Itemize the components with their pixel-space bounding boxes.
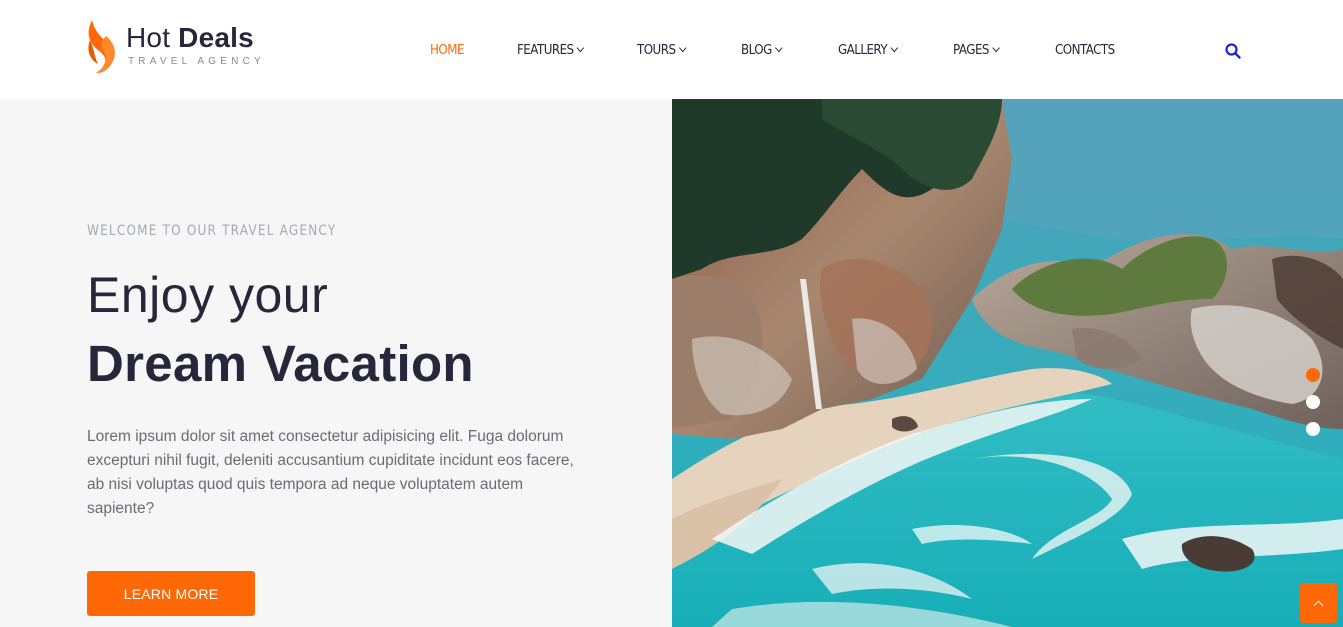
- nav-item-pages[interactable]: PAGES: [953, 42, 1000, 58]
- nav-item-label: BLOG: [741, 42, 772, 58]
- chevron-down-icon: [576, 43, 585, 53]
- nav-item-label: TOURS: [637, 42, 676, 58]
- nav-item-tours[interactable]: TOURS: [637, 42, 687, 58]
- chevron-down-icon: [992, 43, 1000, 53]
- coastal-landscape-image: [672, 99, 1343, 627]
- chevron-down-icon: [890, 43, 898, 53]
- slider-pagination: [1306, 368, 1322, 449]
- slider-dot-3[interactable]: [1306, 422, 1320, 436]
- chevron-down-icon: [775, 43, 783, 53]
- nav-item-features[interactable]: FEATURES: [517, 42, 585, 58]
- hero-description: Lorem ipsum dolor sit amet consectetur a…: [87, 428, 574, 517]
- site-header: Hot Deals TRAVEL AGENCY HOME FEATURES TO…: [0, 0, 1343, 99]
- nav-item-label: GALLERY: [838, 42, 888, 58]
- hero-headline-line2: Dream Vacation: [87, 335, 474, 392]
- nav-item-label: HOME: [430, 42, 464, 58]
- chevron-down-icon: [678, 43, 687, 53]
- hero-text-panel: WELCOME TO OUR TRAVEL AGENCY Enjoy your …: [0, 99, 672, 627]
- nav-item-blog[interactable]: BLOG: [741, 42, 783, 58]
- nav-item-label: PAGES: [953, 42, 989, 58]
- brand-logo[interactable]: Hot Deals TRAVEL AGENCY: [86, 18, 276, 76]
- nav-item-label: FEATURES: [517, 42, 574, 58]
- main-nav: HOME FEATURES TOURS BLOG GALLERY PAGES C…: [430, 40, 1115, 60]
- chevron-up-icon: [1313, 600, 1324, 610]
- brand-tagline: TRAVEL AGENCY: [128, 56, 265, 67]
- slider-dot-2[interactable]: [1306, 395, 1320, 409]
- brand-name-light: Hot: [126, 22, 179, 53]
- search-button[interactable]: [1224, 42, 1242, 60]
- scroll-to-top-button[interactable]: [1300, 583, 1337, 623]
- nav-item-gallery[interactable]: GALLERY: [838, 42, 898, 58]
- nav-item-home[interactable]: HOME: [430, 42, 464, 58]
- hero-headline-line1: Enjoy your: [87, 267, 329, 323]
- brand-name: Hot Deals: [126, 22, 254, 54]
- hero-image: [672, 99, 1343, 627]
- flame-logo-icon: [88, 20, 115, 74]
- search-icon: [1225, 43, 1241, 59]
- hero-eyebrow: WELCOME TO OUR TRAVEL AGENCY: [87, 223, 337, 239]
- learn-more-button[interactable]: LEARN MORE: [87, 571, 255, 616]
- slider-dot-1[interactable]: [1306, 368, 1320, 382]
- brand-name-bold: Deals: [178, 22, 254, 53]
- nav-item-contacts[interactable]: CONTACTS: [1055, 42, 1115, 58]
- nav-item-label: CONTACTS: [1055, 42, 1115, 58]
